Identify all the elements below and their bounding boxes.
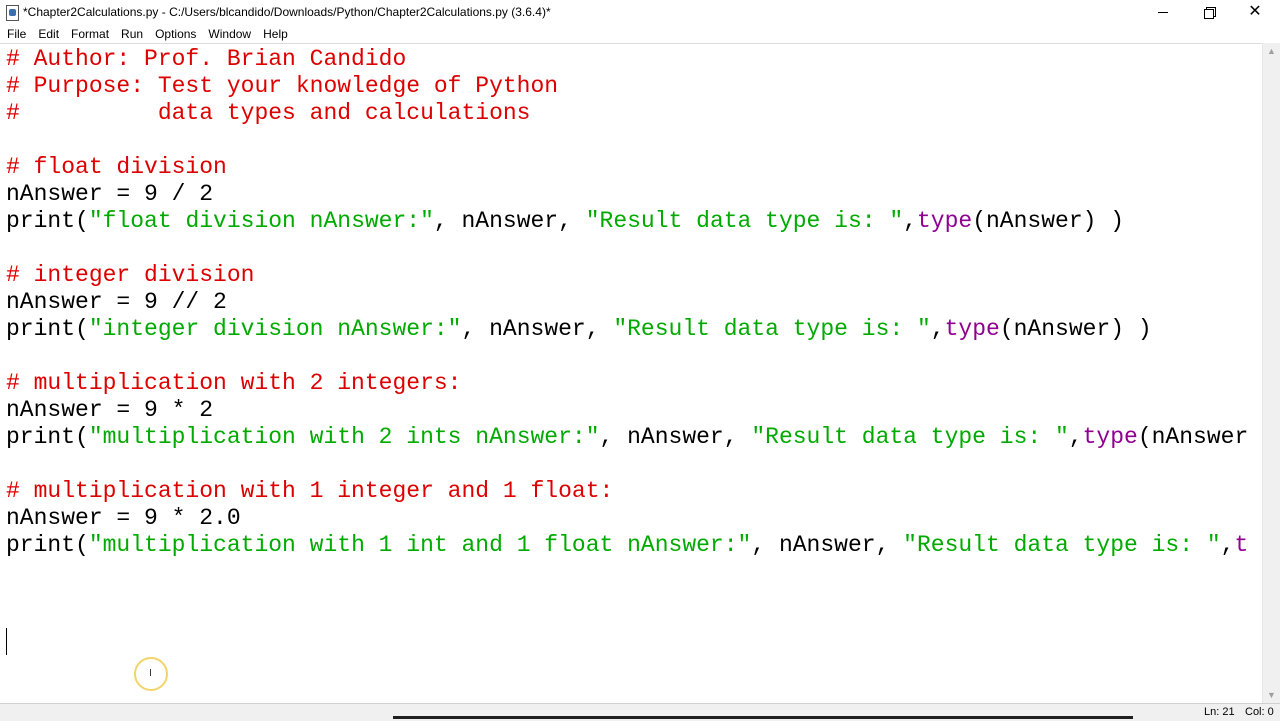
- python-idle-icon[interactable]: [4, 4, 20, 21]
- code-comment: # Author: Prof. Brian Candido: [6, 46, 407, 72]
- code-line[interactable]: # Author: Prof. Brian Candido: [6, 46, 1248, 73]
- code-line[interactable]: # Purpose: Test your knowledge of Python: [6, 73, 1248, 100]
- code-line[interactable]: [6, 586, 1248, 613]
- code-token: ,: [1220, 532, 1235, 558]
- menu-file[interactable]: File: [0, 27, 32, 41]
- code-token: (nAnswer) ): [999, 316, 1152, 342]
- code-line[interactable]: # data types and calculations: [6, 100, 1248, 127]
- code-token: ,: [903, 208, 917, 234]
- code-token: (nAnswer) ): [972, 208, 1125, 234]
- status-column: Col: 0: [1245, 706, 1274, 718]
- menu-help[interactable]: Help: [257, 27, 294, 41]
- scroll-down-arrow-icon[interactable]: ▼: [1267, 690, 1276, 700]
- code-string: "Result data type is: ": [903, 532, 1221, 558]
- close-icon: ✕: [1248, 3, 1262, 20]
- code-line[interactable]: nAnswer = 9 // 2: [6, 289, 1248, 316]
- code-string: "Result data type is: ": [751, 424, 1069, 450]
- code-line[interactable]: # integer division: [6, 262, 1248, 289]
- code-token: nAnswer = 9 * 2: [6, 397, 214, 423]
- code-line[interactable]: # multiplication with 1 integer and 1 fl…: [6, 478, 1248, 505]
- code-line[interactable]: print("multiplication with 1 int and 1 f…: [6, 532, 1248, 559]
- minimize-button[interactable]: [1140, 0, 1186, 24]
- window-title: *Chapter2Calculations.py - C:/Users/blca…: [23, 5, 551, 19]
- menu-edit[interactable]: Edit: [32, 27, 65, 41]
- code-token: , nAnswer,: [461, 316, 614, 342]
- code-line[interactable]: [6, 343, 1248, 370]
- code-token: , nAnswer,: [599, 424, 752, 450]
- code-line[interactable]: nAnswer = 9 * 2: [6, 397, 1248, 424]
- code-line[interactable]: [6, 559, 1248, 586]
- code-builtin: t: [1234, 532, 1249, 558]
- code-token: print(: [6, 208, 89, 234]
- code-string: "integer division nAnswer:": [88, 316, 462, 342]
- code-comment: # Purpose: Test your knowledge of Python: [6, 73, 559, 99]
- code-line[interactable]: [6, 127, 1248, 154]
- code-string: "multiplication with 2 ints nAnswer:": [88, 424, 600, 450]
- menu-options[interactable]: Options: [149, 27, 202, 41]
- code-string: "Result data type is: ": [613, 316, 931, 342]
- code-token: (nAnswer: [1137, 424, 1249, 450]
- code-token: nAnswer = 9 / 2: [6, 181, 214, 207]
- code-line[interactable]: nAnswer = 9 / 2: [6, 181, 1248, 208]
- restore-icon: [1203, 6, 1216, 19]
- code-line[interactable]: nAnswer = 9 * 2.0: [6, 505, 1248, 532]
- menu-format[interactable]: Format: [65, 27, 115, 41]
- code-token: , nAnswer,: [433, 208, 586, 234]
- code-line[interactable]: print("multiplication with 2 ints nAnswe…: [6, 424, 1248, 451]
- code-token: nAnswer = 9 // 2: [6, 289, 227, 315]
- status-line: Ln: 21: [1204, 706, 1235, 718]
- close-button[interactable]: ✕: [1232, 0, 1278, 24]
- code-string: "float division nAnswer:": [88, 208, 434, 234]
- code-line[interactable]: # multiplication with 2 integers:: [6, 370, 1248, 397]
- code-line[interactable]: print("integer division nAnswer:", nAnsw…: [6, 316, 1248, 343]
- code-line[interactable]: # float division: [6, 154, 1248, 181]
- code-comment: # float division: [6, 154, 227, 180]
- title-bar: *Chapter2Calculations.py - C:/Users/blca…: [0, 0, 1280, 24]
- code-text[interactable]: # Author: Prof. Brian Candido # Purpose: …: [6, 46, 1248, 613]
- taskbar-edge: [393, 716, 1133, 719]
- scroll-up-arrow-icon[interactable]: ▲: [1267, 46, 1276, 56]
- code-string: "Result data type is: ": [585, 208, 904, 234]
- restore-button[interactable]: [1186, 0, 1232, 24]
- code-builtin: type: [1082, 424, 1138, 450]
- code-line[interactable]: print("float division nAnswer:", nAnswer…: [6, 208, 1248, 235]
- code-comment: # multiplication with 2 integers:: [6, 370, 462, 396]
- code-string: "multiplication with 1 int and 1 float n…: [88, 532, 752, 558]
- code-token: print(: [6, 424, 89, 450]
- menu-window[interactable]: Window: [202, 27, 257, 41]
- code-line[interactable]: [6, 235, 1248, 262]
- code-comment: # data types and calculations: [6, 100, 531, 126]
- code-line[interactable]: [6, 451, 1248, 478]
- code-comment: # integer division: [6, 262, 255, 288]
- ibeam-cursor-icon: I: [149, 668, 152, 679]
- code-comment: # multiplication with 1 integer and 1 fl…: [6, 478, 614, 504]
- menu-run[interactable]: Run: [115, 27, 149, 41]
- text-caret: [6, 628, 7, 655]
- code-token: ,: [930, 316, 945, 342]
- code-builtin: type: [944, 316, 1000, 342]
- code-token: , nAnswer,: [751, 532, 904, 558]
- vertical-scrollbar[interactable]: ▲ ▼: [1262, 43, 1280, 703]
- code-editor[interactable]: # Author: Prof. Brian Candido # Purpose: …: [0, 43, 1262, 704]
- code-token: ,: [1068, 424, 1083, 450]
- code-token: print(: [6, 316, 89, 342]
- code-builtin: type: [916, 208, 973, 234]
- menu-bar: File Edit Format Run Options Window Help: [0, 24, 1280, 43]
- code-token: print(: [6, 532, 89, 558]
- code-token: nAnswer = 9 * 2.0: [6, 505, 241, 531]
- minimize-icon: [1158, 11, 1168, 13]
